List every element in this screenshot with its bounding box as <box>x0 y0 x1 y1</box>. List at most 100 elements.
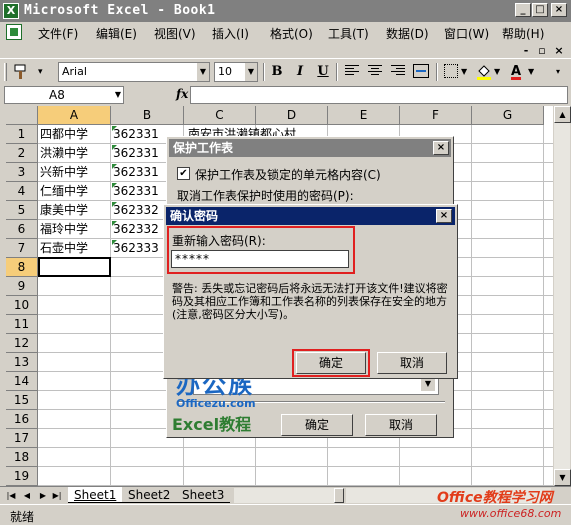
cell-a4[interactable]: 仁缅中学 <box>38 182 88 201</box>
menu-edit[interactable]: 编辑(E) <box>96 25 137 42</box>
toolbar-options-icon[interactable]: ▾ <box>38 67 43 77</box>
error-indicator-icon[interactable] <box>112 126 117 131</box>
font-size-select[interactable]: 10 ▼ <box>214 62 258 82</box>
confirm-ok-button[interactable]: 确定 <box>296 352 366 374</box>
align-right-icon[interactable] <box>391 65 405 77</box>
cell-b6[interactable]: 362332 <box>111 220 159 239</box>
row-header-3[interactable]: 3 <box>6 163 38 182</box>
cell-a2[interactable]: 洪濑中学 <box>38 144 88 163</box>
toolbar-grip[interactable] <box>4 63 7 81</box>
cell-a6[interactable]: 福玲中学 <box>38 220 88 239</box>
borders-icon[interactable] <box>444 64 458 78</box>
cell-b5[interactable]: 362332 <box>111 201 159 220</box>
cell-a5[interactable]: 康美中学 <box>38 201 88 220</box>
name-box[interactable]: A8 ▼ <box>4 86 124 104</box>
tab-split-handle[interactable] <box>334 488 344 503</box>
error-indicator-icon[interactable] <box>112 202 117 207</box>
last-sheet-button[interactable]: ▶| <box>52 489 62 502</box>
close-icon[interactable]: × <box>433 141 449 155</box>
tab-sheet1[interactable]: Sheet1 <box>68 487 123 503</box>
menu-tools[interactable]: 工具(T) <box>328 25 369 42</box>
bold-button[interactable]: B <box>268 63 286 81</box>
selected-cell-a8[interactable] <box>38 257 111 277</box>
protect-ok-button[interactable]: 确定 <box>281 414 353 436</box>
chevron-down-icon[interactable]: ▼ <box>528 67 534 76</box>
row-header-10[interactable]: 10 <box>6 296 38 315</box>
menu-insert[interactable]: 插入(I) <box>212 25 249 42</box>
menu-view[interactable]: 视图(V) <box>154 25 196 42</box>
row-header-7[interactable]: 7 <box>6 239 38 258</box>
row-header-11[interactable]: 11 <box>6 315 38 334</box>
doc-minimize-button[interactable]: - <box>518 44 534 58</box>
row-header-8[interactable]: 8 <box>6 258 38 277</box>
row-header-13[interactable]: 13 <box>6 353 38 372</box>
chevron-down-icon[interactable]: ▼ <box>494 67 500 76</box>
column-header-d[interactable]: D <box>256 106 328 125</box>
column-header-a[interactable]: A <box>38 106 111 125</box>
minimize-button[interactable]: _ <box>515 3 531 17</box>
cell-a3[interactable]: 兴新中学 <box>38 163 88 182</box>
doc-restore-button[interactable]: ▫ <box>534 44 550 58</box>
row-header-17[interactable]: 17 <box>6 429 38 448</box>
column-header-f[interactable]: F <box>400 106 472 125</box>
align-center-icon[interactable] <box>368 65 382 77</box>
cell-b2[interactable]: 362331 <box>111 144 159 163</box>
fx-icon[interactable]: fx <box>176 87 188 101</box>
font-color-icon[interactable]: A <box>508 63 524 81</box>
error-indicator-icon[interactable] <box>112 183 117 188</box>
row-header-5[interactable]: 5 <box>6 201 38 220</box>
row-header-18[interactable]: 18 <box>6 448 38 467</box>
chevron-down-icon[interactable]: ▼ <box>461 67 467 76</box>
scroll-down-button[interactable]: ▼ <box>554 469 571 486</box>
cell-b4[interactable]: 362331 <box>111 182 159 201</box>
column-header-g[interactable]: G <box>472 106 544 125</box>
scroll-down-button[interactable]: ▼ <box>421 377 435 391</box>
column-header-c[interactable]: C <box>184 106 256 125</box>
toolbar-options-icon[interactable]: ▾ <box>556 67 560 76</box>
restore-button[interactable]: □ <box>532 3 548 17</box>
protect-checkbox[interactable]: ✔ <box>177 167 190 180</box>
column-header-e[interactable]: E <box>328 106 400 125</box>
excel-app-icon[interactable]: X <box>3 3 19 19</box>
cell-b3[interactable]: 362331 <box>111 163 159 182</box>
row-header-12[interactable]: 12 <box>6 334 38 353</box>
align-left-icon[interactable] <box>345 65 359 77</box>
scroll-up-button[interactable]: ▲ <box>554 106 571 123</box>
font-name-select[interactable]: Arial ▼ <box>58 62 210 82</box>
fill-color-icon[interactable] <box>476 63 492 81</box>
menu-format[interactable]: 格式(O) <box>270 25 313 42</box>
vertical-scrollbar[interactable]: ▲ ▼ <box>553 106 571 486</box>
cell-a7[interactable]: 石壶中学 <box>38 239 88 258</box>
doc-close-button[interactable]: × <box>551 44 567 58</box>
cell-a1[interactable]: 四都中学 <box>38 125 88 144</box>
row-header-15[interactable]: 15 <box>6 391 38 410</box>
first-sheet-button[interactable]: |◀ <box>6 489 16 502</box>
cell-b1[interactable]: 362331 <box>111 125 159 144</box>
tab-sheet3[interactable]: Sheet3 <box>176 487 231 503</box>
error-indicator-icon[interactable] <box>112 221 117 226</box>
menu-file[interactable]: 文件(F) <box>38 25 78 42</box>
chevron-down-icon[interactable]: ▼ <box>245 63 257 81</box>
protect-cancel-button[interactable]: 取消 <box>365 414 437 436</box>
close-icon[interactable]: × <box>436 209 452 223</box>
menu-window[interactable]: 窗口(W) <box>444 25 489 42</box>
close-button[interactable]: × <box>551 3 567 17</box>
menu-help[interactable]: 帮助(H) <box>502 25 544 42</box>
column-header-b[interactable]: B <box>111 106 184 125</box>
row-header-1[interactable]: 1 <box>6 125 38 144</box>
format-painter-icon[interactable] <box>12 63 30 81</box>
prev-sheet-button[interactable]: ◀ <box>22 489 32 502</box>
error-indicator-icon[interactable] <box>112 145 117 150</box>
next-sheet-button[interactable]: ▶ <box>38 489 48 502</box>
select-all-corner[interactable] <box>6 106 38 125</box>
row-header-14[interactable]: 14 <box>6 372 38 391</box>
row-header-19[interactable]: 19 <box>6 467 38 486</box>
error-indicator-icon[interactable] <box>112 240 117 245</box>
row-header-2[interactable]: 2 <box>6 144 38 163</box>
row-header-6[interactable]: 6 <box>6 220 38 239</box>
merge-center-icon[interactable] <box>413 64 429 78</box>
row-header-16[interactable]: 16 <box>6 410 38 429</box>
tab-sheet2[interactable]: Sheet2 <box>122 487 177 503</box>
menu-data[interactable]: 数据(D) <box>386 25 429 42</box>
chevron-down-icon[interactable]: ▼ <box>115 87 121 103</box>
